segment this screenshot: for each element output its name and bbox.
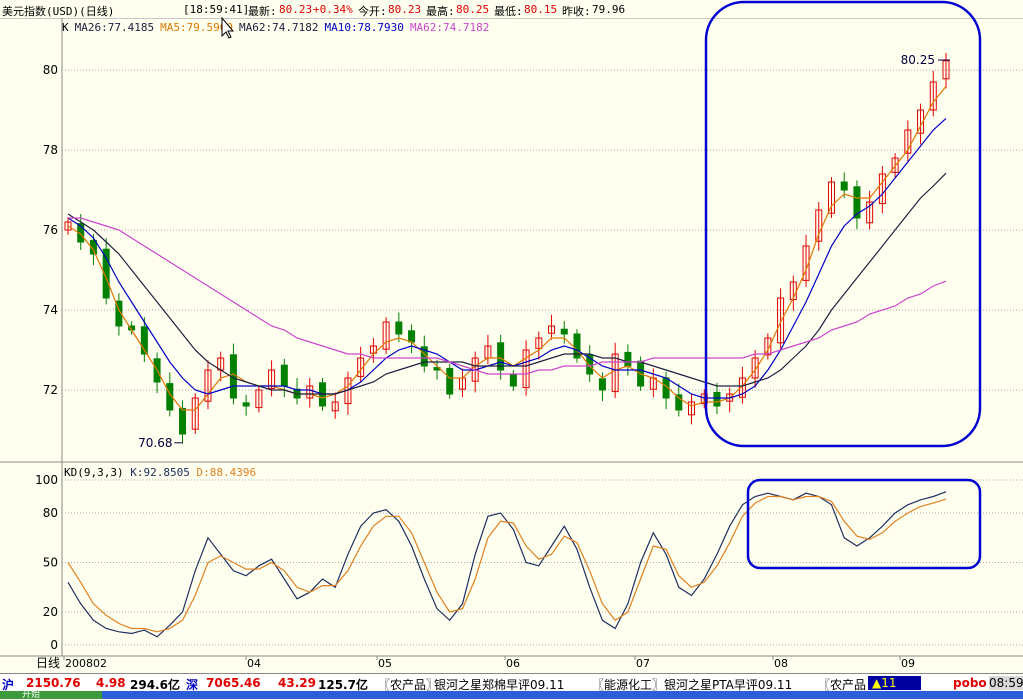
mouse-cursor-icon	[221, 16, 235, 39]
moving-averages	[67, 86, 947, 411]
candle-down	[840, 181, 848, 191]
y-tick-label: 76	[43, 223, 58, 237]
ma-line-ma62	[68, 217, 947, 375]
kd-y-tick-label: 100	[35, 473, 58, 487]
start-button[interactable]: 开始	[0, 691, 102, 700]
candle-down	[713, 391, 721, 407]
os-taskbar: 开始	[0, 691, 1023, 700]
kd-y-ticks: 0 20 50 80 100	[35, 473, 58, 652]
sz-index: 7065.46	[206, 676, 261, 690]
highlight-box-kd	[746, 478, 982, 570]
x-tick-label: 08	[774, 657, 788, 670]
kd-y-tick-label: 0	[50, 638, 58, 652]
y-tick-label: 80	[43, 63, 58, 77]
kd-lines	[67, 491, 947, 638]
candle-down	[280, 364, 288, 387]
candle-down	[179, 407, 187, 435]
sh-change: 4.98	[96, 676, 126, 690]
alert-badge[interactable]: ▲11	[868, 676, 921, 690]
high-annotation: 80.25	[901, 53, 935, 67]
x-tick-label: 200802	[65, 657, 107, 670]
sh-index: 2150.76	[26, 676, 81, 690]
candle-down	[509, 374, 517, 387]
market-ticker: 沪 2150.76 4.98 294.6亿 深 7065.46 43.29 12…	[0, 673, 1023, 692]
period-label: 日线	[36, 656, 60, 670]
candle-down	[395, 321, 403, 335]
x-axis-ticks: 日线 200802 04 05 06 07 08 09	[36, 656, 915, 670]
candle-down	[242, 402, 250, 407]
kd-y-tick-label: 80	[43, 506, 58, 520]
y-tick-label: 74	[43, 303, 58, 317]
clock: 08:59	[989, 676, 1023, 690]
ma-line-ma5	[67, 86, 947, 411]
low-annotation: 70.68	[138, 436, 172, 450]
x-tick-label: 09	[901, 657, 915, 670]
candle-down	[675, 394, 683, 411]
candle-down	[598, 378, 606, 391]
brand-logo: pobo	[953, 676, 987, 690]
ma-line-ma10	[67, 117, 947, 399]
candle-down	[624, 351, 632, 367]
sz-change: 43.29	[278, 676, 316, 690]
candle-down	[446, 367, 454, 395]
x-tick-label: 07	[636, 657, 650, 670]
x-tick-label: 05	[378, 657, 392, 670]
y-tick-label: 72	[43, 383, 58, 397]
kd-y-tick-label: 20	[43, 605, 58, 619]
gridlines	[62, 69, 1023, 646]
x-tick-label: 04	[247, 657, 261, 670]
kd-y-tick-label: 50	[43, 556, 58, 570]
main-y-ticks: 72 74 76 78 80	[43, 63, 58, 397]
chart-canvas[interactable]: 72 74 76 78 80 0 20 50 80 100 80.25 70.68 日线 20080…	[0, 0, 1023, 673]
candle-down	[408, 330, 416, 343]
candlesticks	[64, 52, 950, 444]
x-tick-label: 06	[506, 657, 520, 670]
candle-down	[560, 328, 568, 335]
kd-line-k	[67, 491, 947, 638]
y-tick-label: 78	[43, 143, 58, 157]
